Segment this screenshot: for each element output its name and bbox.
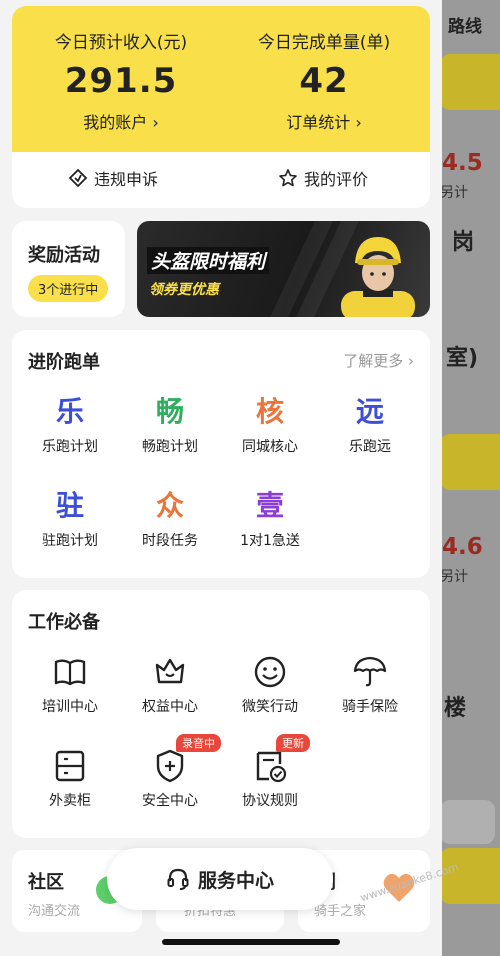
work-item-label: 微笑行动 [242,699,298,715]
advance-item-lepao[interactable]: 乐 乐跑计划 [20,392,120,456]
my-rating-button[interactable]: 我的评价 [278,166,368,190]
today-income-label: 今日预计收入(元) [54,33,188,53]
reward-title: 奖励活动 [28,245,100,266]
work-item-insurance[interactable]: 骑手保险 [320,652,420,716]
reward-card[interactable]: 奖励活动 3个进行中 [12,221,125,317]
today-orders-value: 42 [299,61,349,101]
advance-item-changpao[interactable]: 畅 畅跑计划 [120,392,220,456]
income-summary: 今日预计收入(元) 291.5 我的账户 › 今日完成单量(单) 42 订单统计… [12,6,430,152]
star-icon [279,169,297,187]
zhupao-icon: 驻 [55,489,84,522]
side-panel: 今日预计收入(元) 291.5 我的账户 › 今日完成单量(单) 42 订单统计… [0,0,442,956]
work-item-safety[interactable]: 录音中 安全中心 [120,734,221,810]
advance-title: 进阶跑单 [28,352,100,373]
work-item-locker[interactable]: 外卖柜 [20,746,120,810]
order-stats-link[interactable]: 订单统计 › [224,109,424,133]
background-note: 另计 [440,185,468,201]
changpao-icon: 畅 [155,395,184,428]
shield-plus-icon [120,746,220,786]
background-text: 岗 [452,230,475,255]
time-task-icon: 众 [155,489,184,522]
work-item-label: 骑手保险 [342,699,398,715]
advance-item-label: 时段任务 [142,533,198,549]
advance-item-zhupao[interactable]: 驻 驻跑计划 [20,486,120,550]
recording-badge: 录音中 [176,734,221,752]
service-center-label: 服务中心 [197,869,274,892]
today-income-value: 291.5 [64,61,178,101]
work-section: 工作必备 培训中心 权益中心 微笑行动 骑手保险 外卖柜 录音中 安全中心 更新… [12,590,430,838]
background-note: 另计 [440,569,468,585]
today-orders[interactable]: 今日完成单量(单) 42 订单统计 › [224,28,424,133]
work-item-label: 外卖柜 [49,793,91,809]
update-badge: 更新 [276,734,310,752]
advance-item-express[interactable]: 壹 1对1急送 [220,486,320,550]
background-price: 4.6 [442,534,483,560]
book-icon [20,652,120,692]
advance-item-lepao-far[interactable]: 远 乐跑远 [320,392,420,456]
banner-title: 头盔限时福利 [147,247,270,274]
advance-item-label: 乐跑计划 [42,439,98,455]
locker-icon [20,746,120,786]
background-price: 4.5 [442,150,483,176]
advance-item-label: 同城核心 [242,439,298,455]
income-card: 今日预计收入(元) 291.5 我的账户 › 今日完成单量(单) 42 订单统计… [12,6,430,208]
work-item-smile[interactable]: 微笑行动 [220,652,320,716]
work-item-training[interactable]: 培训中心 [20,652,120,716]
banner-subtitle: 领券更优惠 [149,282,219,298]
today-orders-label: 今日完成单量(单) [257,33,391,53]
advance-item-label: 畅跑计划 [142,439,198,455]
headset-icon [167,868,189,890]
advance-item-label: 驻跑计划 [42,533,98,549]
city-core-icon: 核 [255,395,284,428]
my-rating-label: 我的评价 [304,170,369,189]
crown-icon [120,652,220,692]
advance-section: 进阶跑单 了解更多 › 乐 乐跑计划 畅 畅跑计划 核 同城核心 远 乐跑远 驻… [12,330,430,578]
background-select [440,800,495,844]
community-subtitle: 沟通交流 [28,904,81,919]
umbrella-icon [320,652,420,692]
advance-item-label: 1对1急送 [240,533,300,549]
income-actions: 违规申诉 我的评价 [12,166,430,202]
helmet-promo-banner[interactable]: 头盔限时福利 领券更优惠 [137,221,430,317]
today-income[interactable]: 今日预计收入(元) 291.5 我的账户 › [21,28,221,133]
lepao-far-icon: 远 [355,395,384,428]
background-button [440,434,500,490]
background-text: 楼 [444,696,467,721]
work-item-label: 安全中心 [142,793,198,809]
work-item-label: 权益中心 [142,699,198,715]
appeal-button[interactable]: 违规申诉 [68,166,158,190]
work-item-label: 协议规则 [242,793,298,809]
learn-more-link[interactable]: 了解更多 › [343,350,414,371]
lepao-icon: 乐 [55,395,84,428]
document-check-icon [220,746,320,786]
advance-item-label: 乐跑远 [349,439,391,455]
express-icon: 壹 [255,489,284,522]
rider-illustration [341,237,415,317]
route-label: 路线 [448,17,482,37]
work-title: 工作必备 [28,612,100,633]
advance-item-city-core[interactable]: 核 同城核心 [220,392,320,456]
background-button [440,54,500,110]
service-center-button[interactable]: 服务中心 [107,848,333,910]
work-item-benefits[interactable]: 权益中心 [120,652,220,716]
work-item-agreement[interactable]: 更新 协议规则 [220,734,320,810]
advance-item-time-task[interactable]: 众 时段任务 [120,486,220,550]
my-account-link[interactable]: 我的账户 › [21,109,221,133]
smile-icon [220,652,320,692]
background-text: 室) [446,346,479,371]
appeal-label: 违规申诉 [94,170,159,189]
reward-count-badge: 3个进行中 [28,275,109,302]
community-title: 社区 [28,872,64,893]
home-indicator[interactable] [162,939,340,945]
work-item-label: 培训中心 [42,699,98,715]
appeal-icon [68,168,88,188]
